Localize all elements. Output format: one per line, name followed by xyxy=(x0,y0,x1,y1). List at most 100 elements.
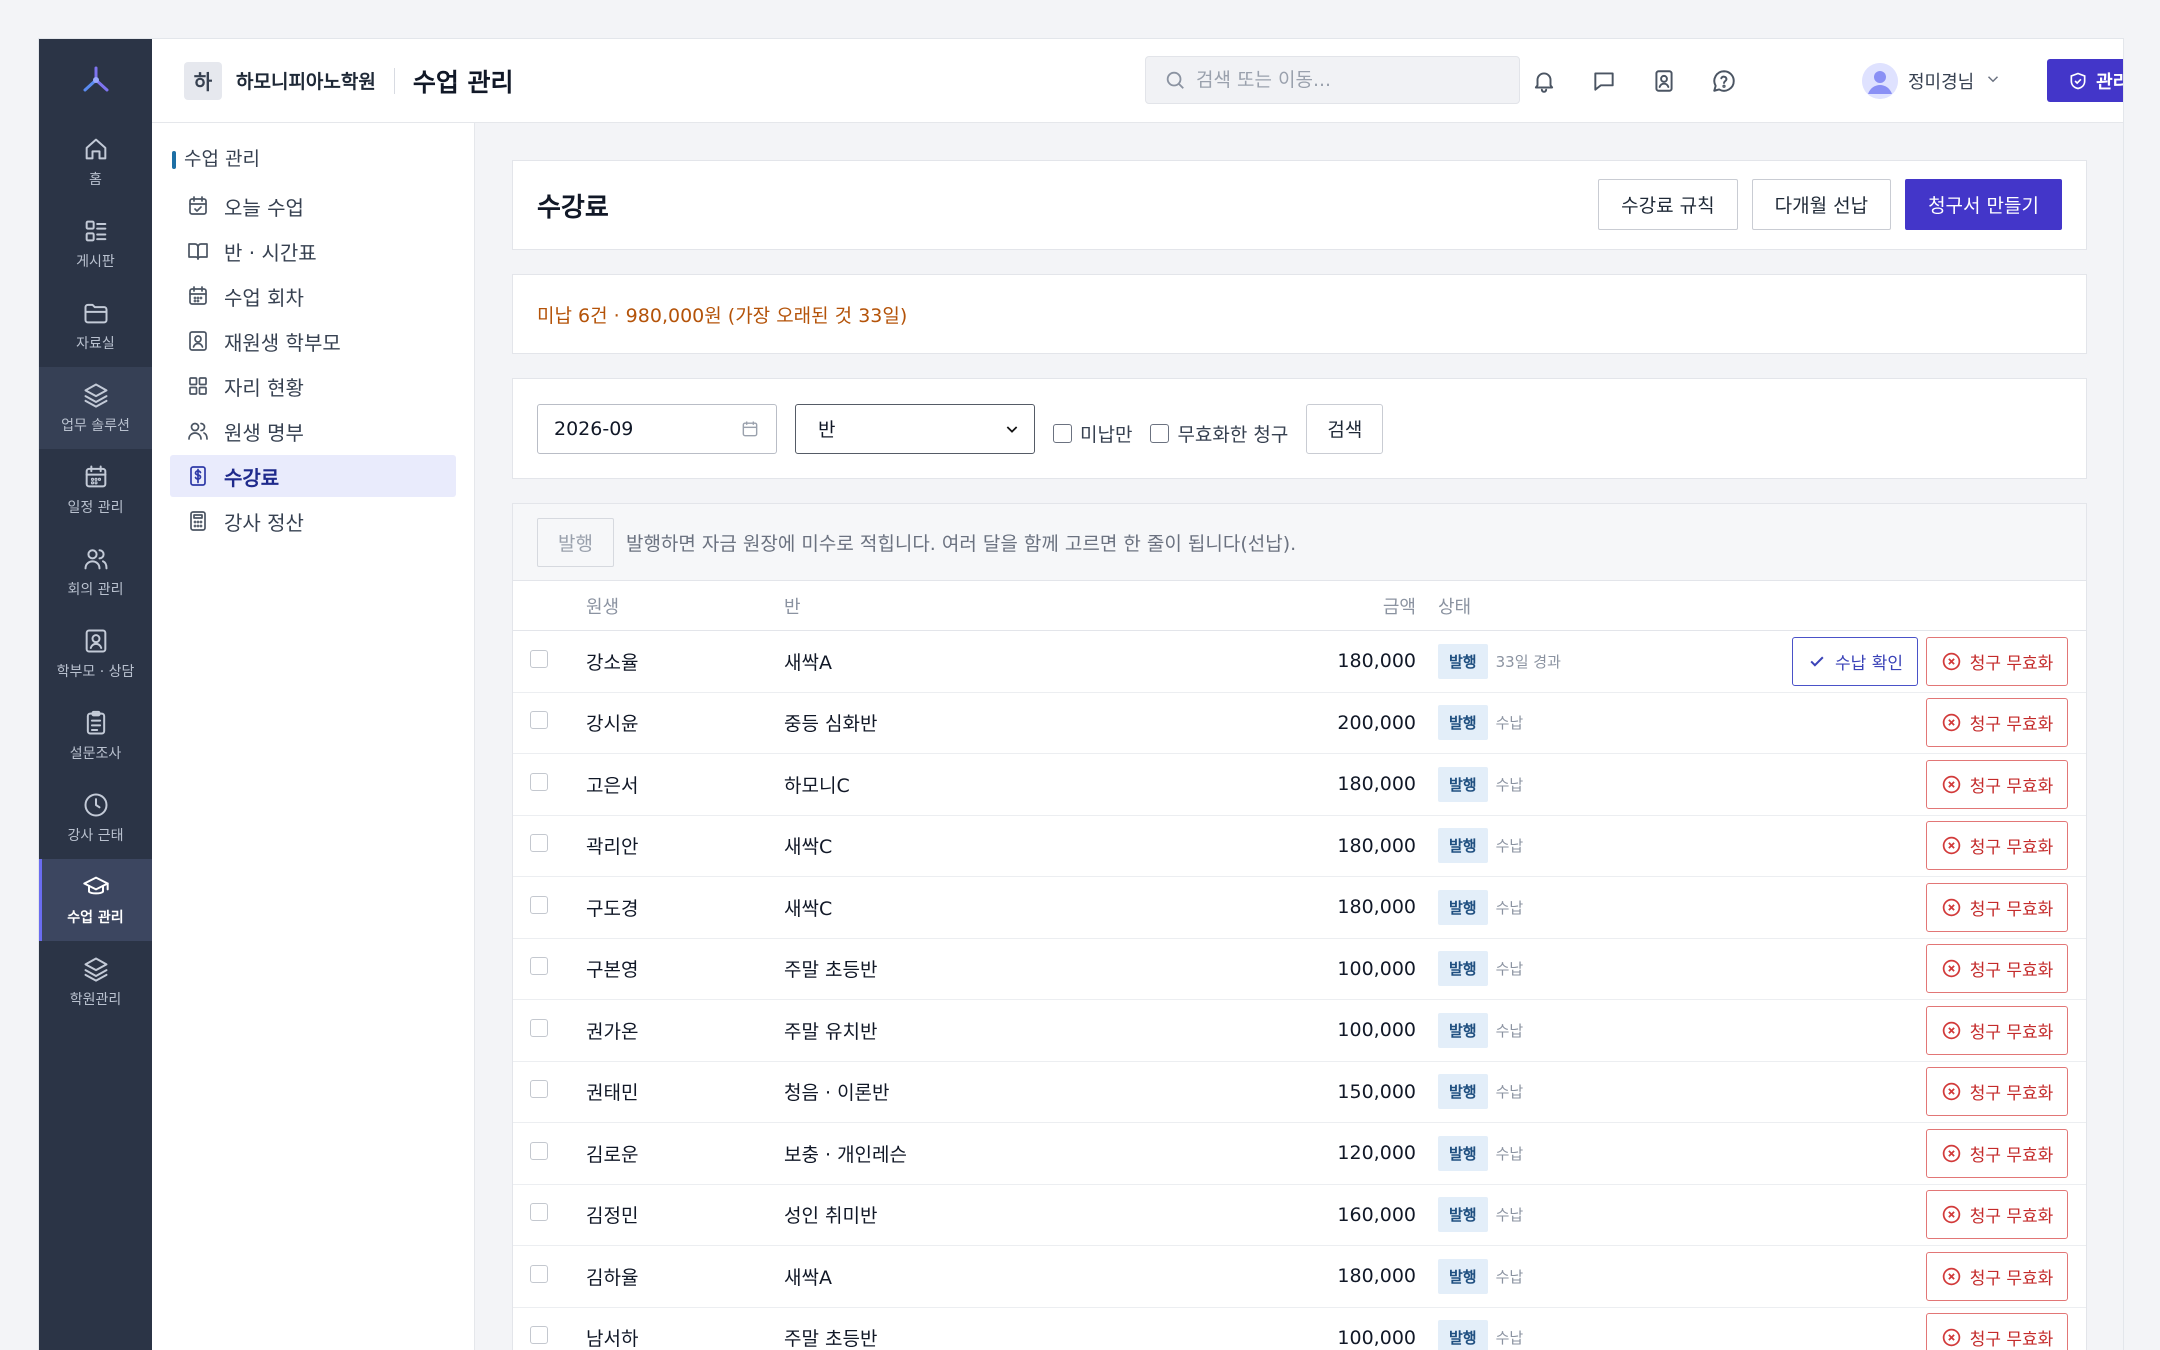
rail-item-attendance[interactable]: 강사 근태 xyxy=(39,777,152,859)
void-invoice-button[interactable]: 청구 무효화 xyxy=(1926,944,2068,994)
status-badge: 발행 xyxy=(1438,951,1488,987)
calendar-icon[interactable] xyxy=(740,419,760,439)
amount: 180,000 xyxy=(1337,1265,1416,1288)
void-invoice-label: 청구 무효화 xyxy=(1969,1022,2054,1043)
subnav-item-label: 강사 정산 xyxy=(224,510,304,535)
subnav-item-seats[interactable]: 자리 현황 xyxy=(170,365,456,407)
voided-filter[interactable]: 무효화한 청구 xyxy=(1150,420,1288,447)
issue-button[interactable]: 발행 xyxy=(537,517,614,567)
tuition-rules-button[interactable]: 수강료 규칙 xyxy=(1598,179,1738,230)
class-select[interactable]: 반 xyxy=(795,403,1035,454)
void-invoice-button[interactable]: 청구 무효화 xyxy=(1926,636,2068,686)
org-badge: 하 xyxy=(184,61,222,100)
subnav-item-label: 반 · 시간표 xyxy=(224,240,317,265)
row-checkbox[interactable] xyxy=(530,895,548,914)
row-checkbox[interactable] xyxy=(530,1203,548,1222)
row-checkbox[interactable] xyxy=(530,957,548,976)
subnav-item-roster[interactable]: 원생 명부 xyxy=(170,410,456,452)
status-cell: 발행 수납 xyxy=(1438,1135,1523,1171)
unpaid-only-checkbox[interactable] xyxy=(1053,424,1072,443)
chevron-down-icon xyxy=(1984,70,2002,93)
rail-item-survey[interactable]: 설문조사 xyxy=(39,695,152,777)
row-checkbox[interactable] xyxy=(530,772,548,791)
subnav-item-parents[interactable]: 재원생 학부모 xyxy=(170,320,456,362)
row-checkbox[interactable] xyxy=(530,834,548,853)
rail-item-schedule[interactable]: 일정 관리 xyxy=(39,449,152,531)
user-menu[interactable]: 정미경님 xyxy=(1862,61,2002,101)
org-name[interactable]: 하모니피아노학원 xyxy=(236,67,376,94)
unpaid-only-filter[interactable]: 미납만 xyxy=(1053,420,1132,447)
status-note: 33일 경과 xyxy=(1495,652,1561,671)
status-note: 수납 xyxy=(1495,1267,1524,1286)
row-checkbox[interactable] xyxy=(530,1141,548,1160)
notifications-button[interactable] xyxy=(1524,61,1564,101)
multi-month-prepay-button[interactable]: 다개월 선납 xyxy=(1751,179,1892,230)
status-note: 수납 xyxy=(1495,714,1524,733)
void-invoice-button[interactable]: 청구 무효화 xyxy=(1926,1005,2068,1055)
rail-item-academy[interactable]: 학원관리 xyxy=(39,941,152,1023)
voided-checkbox[interactable] xyxy=(1150,424,1170,443)
calendar-check-icon xyxy=(189,196,207,215)
subnav-item-label: 자리 현황 xyxy=(224,375,304,400)
graduation-cap-icon xyxy=(82,876,109,895)
rail-item-meetings[interactable]: 회의 관리 xyxy=(39,531,152,613)
void-invoice-button[interactable]: 청구 무효화 xyxy=(1926,1190,2068,1240)
void-invoice-button[interactable]: 청구 무효화 xyxy=(1926,821,2068,871)
row-checkbox[interactable] xyxy=(530,711,548,730)
rail-item-board[interactable]: 게시판 xyxy=(39,203,152,285)
void-invoice-button[interactable]: 청구 무효화 xyxy=(1926,1128,2068,1178)
subnav-item-timetable[interactable]: 반 · 시간표 xyxy=(170,230,456,272)
rail-item-label: 학부모 · 상담 xyxy=(56,664,135,680)
void-invoice-button[interactable]: 청구 무효화 xyxy=(1926,1251,2068,1301)
class-name: 주말 초등반 xyxy=(784,1328,878,1350)
void-invoice-button[interactable]: 청구 무효화 xyxy=(1926,759,2068,809)
void-invoice-label: 청구 무효화 xyxy=(1969,1084,2054,1105)
subnav-item-sessions[interactable]: 수업 회차 xyxy=(170,275,456,317)
rail-item-parents[interactable]: 학부모 · 상담 xyxy=(39,613,152,695)
search-button[interactable]: 검색 xyxy=(1306,403,1384,454)
table-row: 고은서 하모니C 180,000 발행 수납 청구 무효화 xyxy=(513,754,2086,816)
table-body: 강소율 새싹A 180,000 발행 33일 경과 수납 확인 청구 무효화 강시… xyxy=(513,631,2086,1350)
row-checkbox[interactable] xyxy=(530,1080,548,1099)
status-badge: 발행 xyxy=(1438,889,1488,925)
messages-button[interactable] xyxy=(1584,61,1624,101)
search-input[interactable] xyxy=(1196,69,1496,91)
x-circle-icon xyxy=(1942,1267,1960,1285)
rail-item-work-solution[interactable]: 업무 솔루션 xyxy=(39,367,152,449)
void-invoice-label: 청구 무효화 xyxy=(1969,1330,2054,1350)
help-button[interactable] xyxy=(1704,61,1744,101)
x-circle-icon xyxy=(1942,898,1960,916)
subnav-item-tuition[interactable]: 수강료 xyxy=(170,455,456,497)
confirm-payment-button[interactable]: 수납 확인 xyxy=(1792,636,1918,686)
class-name: 하모니C xyxy=(784,774,850,797)
contacts-button[interactable] xyxy=(1644,61,1684,101)
rail-item-home[interactable]: 홈 xyxy=(39,121,152,203)
month-picker[interactable]: 2026-09 xyxy=(537,403,777,454)
void-invoice-button[interactable]: 청구 무효화 xyxy=(1926,1067,2068,1117)
row-checkbox[interactable] xyxy=(530,1018,548,1037)
global-search[interactable] xyxy=(1145,56,1520,104)
rail-item-archive[interactable]: 자료실 xyxy=(39,285,152,367)
void-invoice-button[interactable]: 청구 무효화 xyxy=(1926,698,2068,748)
admin-menu-button[interactable]: 관리자 메뉴 xyxy=(2047,59,2123,102)
row-actions: 청구 무효화 xyxy=(1926,698,2068,748)
table-row: 권가온 주말 유치반 100,000 발행 수납 청구 무효화 xyxy=(513,1000,2086,1062)
rail-item-label: 게시판 xyxy=(76,254,115,270)
void-invoice-button[interactable]: 청구 무효화 xyxy=(1926,1313,2068,1350)
main-content: 수강료 수강료 규칙 다개월 선납 청구서 만들기 미납 6건 · 980,00… xyxy=(475,123,2123,1350)
subnav-item-today[interactable]: 오늘 수업 xyxy=(170,185,456,227)
x-circle-icon xyxy=(1942,1144,1960,1162)
board-icon xyxy=(85,220,106,242)
table-header: 원생 반 금액 상태 xyxy=(513,581,2086,631)
create-invoice-button[interactable]: 청구서 만들기 xyxy=(1905,179,2062,230)
row-checkbox[interactable] xyxy=(530,649,548,668)
row-checkbox[interactable] xyxy=(530,1264,548,1283)
app-logo[interactable] xyxy=(39,39,152,121)
page-actions: 수강료 규칙 다개월 선납 청구서 만들기 xyxy=(1598,179,2062,230)
x-circle-icon xyxy=(1942,775,1960,793)
void-invoice-button[interactable]: 청구 무효화 xyxy=(1926,882,2068,932)
chevron-down-icon xyxy=(1006,425,1018,433)
subnav-item-settlement[interactable]: 강사 정산 xyxy=(170,500,456,542)
row-checkbox[interactable] xyxy=(530,1326,548,1345)
rail-item-class-management[interactable]: 수업 관리 xyxy=(39,859,152,941)
